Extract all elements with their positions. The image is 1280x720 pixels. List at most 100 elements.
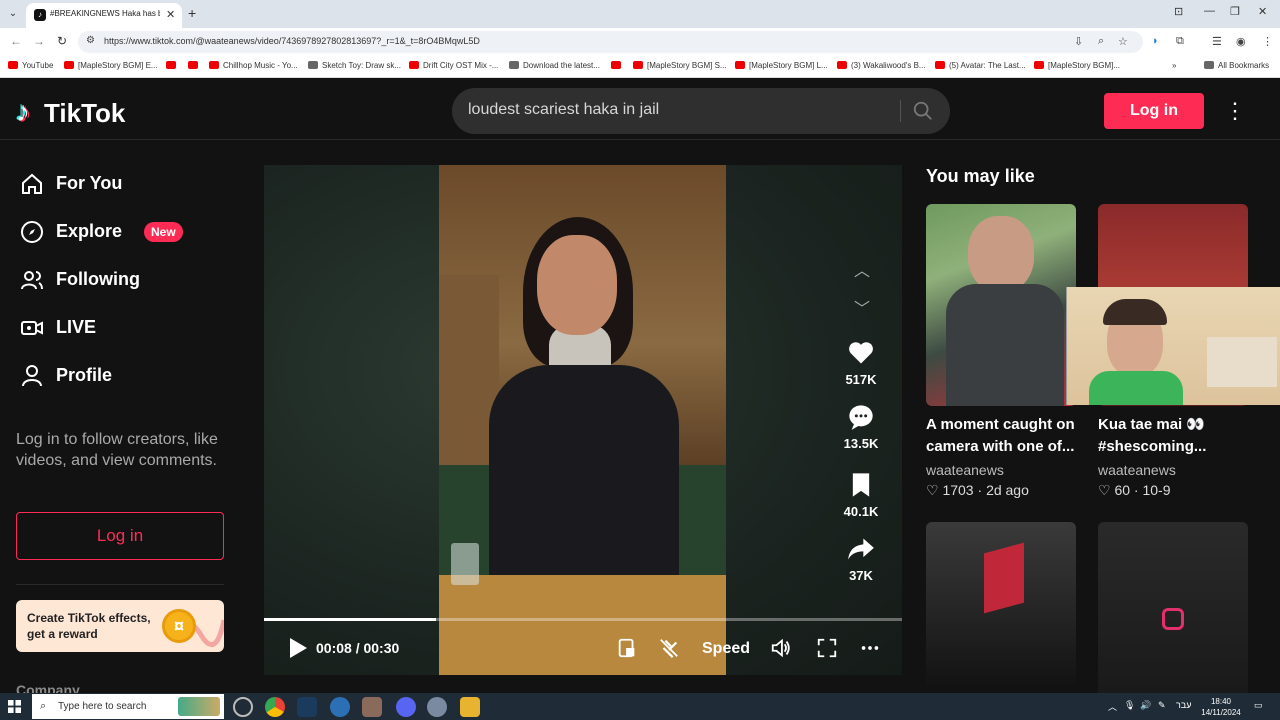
sidebar-item-profile[interactable]: Profile (16, 356, 226, 396)
bookmark-item[interactable]: Sketch Toy: Draw sk... (308, 61, 401, 70)
tiktok-note-icon: ♪ (16, 96, 30, 127)
site-info-icon[interactable]: ⚙ (86, 35, 95, 46)
sidebar-login-button[interactable]: Log in (16, 512, 224, 560)
pen-icon[interactable]: ✎ (1158, 700, 1166, 711)
login-button[interactable]: Log in (1104, 93, 1204, 129)
extension-icon[interactable]: ◗ (1152, 35, 1159, 47)
sidebar-item-for-you[interactable]: For You (16, 164, 226, 204)
like-button[interactable]: 517K (834, 339, 888, 387)
effects-banner[interactable]: Create TikTok effects, get a reward ¤ (16, 600, 224, 652)
reload-icon[interactable]: ↻ (57, 34, 67, 48)
app-icon[interactable] (427, 697, 447, 717)
sidebar-item-live[interactable]: LIVE (16, 308, 226, 348)
browser-menu-icon[interactable]: ⋮ (1262, 35, 1273, 48)
minimize-icon[interactable]: — (1204, 5, 1215, 17)
reading-list-icon[interactable]: ☰ (1212, 35, 1222, 48)
more-options-icon[interactable]: ⋮ (1224, 96, 1246, 126)
back-icon[interactable]: ← (10, 34, 22, 48)
windows-start-icon[interactable] (8, 700, 21, 713)
more-options-icon[interactable] (859, 637, 881, 659)
microphone-icon[interactable]: 🎙 (1124, 700, 1135, 711)
next-video-icon[interactable]: ﹀ (848, 295, 876, 319)
bookmark-star-icon[interactable]: ☆ (1118, 35, 1128, 48)
steam-icon[interactable] (297, 697, 317, 717)
windows-taskbar: ⌕ Type here to search ︿ 🎙 🔊 ✎ עבר 18:40 … (0, 693, 1280, 720)
mini-player-icon[interactable] (616, 637, 638, 659)
forward-icon[interactable]: → (33, 34, 45, 48)
all-bookmarks[interactable]: All Bookmarks (1204, 61, 1269, 70)
search-icon[interactable] (912, 100, 934, 122)
clock[interactable]: 18:40 14/11/2024 (1196, 696, 1246, 718)
fullscreen-icon[interactable] (816, 637, 838, 659)
bookmark-item[interactable]: [MapleStory BGM] E... (64, 61, 158, 70)
thumbnail-cloak (946, 284, 1064, 406)
new-tab-plus-icon[interactable]: + (188, 5, 196, 21)
bookmark-item[interactable] (611, 61, 625, 70)
progress-bar[interactable] (264, 618, 902, 621)
sidebar-item-following[interactable]: Following (16, 260, 226, 300)
share-button[interactable]: 37K (834, 535, 888, 583)
browser-tab-active[interactable]: ♪ #BREAKINGNEWS Haka has bro ✕ (26, 3, 182, 28)
taskbar-search[interactable]: ⌕ Type here to search (32, 694, 224, 719)
bookmark-item[interactable]: [MapleStory BGM] L... (735, 61, 828, 70)
previous-video-icon[interactable]: ︿ (848, 257, 876, 281)
bookmark-item[interactable]: (5) Avatar: The Last... (935, 61, 1026, 70)
bookmark-item[interactable]: Download the latest... (509, 61, 600, 70)
video-card-age: 2d ago (986, 482, 1029, 498)
restore-icon[interactable]: ❐ (1230, 5, 1240, 18)
sidebar-item-label: For You (56, 173, 123, 193)
bookmarks-overflow-icon[interactable]: » (1172, 61, 1176, 70)
extensions-icon[interactable]: ⊡ (1174, 5, 1183, 18)
volume-icon[interactable] (770, 637, 792, 659)
video-card-author[interactable]: waateanews (1098, 462, 1176, 478)
bookmark-item[interactable]: [MapleStory BGM]... (1034, 61, 1120, 70)
home-icon (22, 173, 42, 194)
notifications-icon[interactable]: ▭ (1254, 700, 1263, 711)
bookmark-item[interactable] (188, 61, 202, 70)
sidebar-item-explore[interactable]: Explore New (16, 212, 226, 252)
video-card[interactable] (926, 522, 1076, 693)
window-close-icon[interactable]: ✕ (1258, 5, 1267, 18)
app-icon[interactable] (330, 697, 350, 717)
bookmark-item[interactable]: Chillhop Music - Yo... (209, 61, 298, 70)
tray-overflow-icon[interactable]: ︿ (1108, 700, 1117, 713)
bookmark-item[interactable]: Drift City OST Mix -... (409, 61, 498, 70)
search-input[interactable]: loudest scariest haka in jail (468, 101, 659, 119)
profile-avatar-icon[interactable]: ◉ (1236, 35, 1246, 48)
bookmark-item[interactable]: YouTube (8, 61, 53, 70)
auto-scroll-off-icon[interactable] (658, 637, 680, 659)
video-card[interactable]: A moment caught on camera with one of...… (926, 204, 1076, 504)
video-card[interactable] (1098, 522, 1248, 693)
file-explorer-icon[interactable] (460, 697, 480, 717)
tab-close-icon[interactable]: ✕ (166, 8, 175, 21)
discord-icon[interactable] (396, 697, 416, 717)
chrome-icon[interactable] (265, 697, 285, 717)
screen: ⌄ ♪ #BREAKINGNEWS Haka has bro ✕ + ⊡ — ❐… (0, 0, 1280, 720)
bookmark-item[interactable]: [MapleStory BGM] S... (633, 61, 727, 70)
tab-title: #BREAKINGNEWS Haka has bro (50, 9, 160, 18)
comment-button[interactable]: 13.5K (834, 403, 888, 451)
volume-icon[interactable]: 🔊 (1140, 700, 1151, 711)
speed-button[interactable]: Speed (702, 640, 750, 658)
bookmark-item[interactable] (166, 61, 180, 70)
bookmark-item[interactable]: (3) Wakaliwood's B... (837, 61, 926, 70)
tab-search-icon[interactable]: ⌄ (4, 5, 22, 23)
heart-outline-icon: ♡ (926, 482, 943, 498)
app-icon[interactable] (362, 697, 382, 717)
video-card-title: A moment caught on camera with one of... (926, 416, 1075, 455)
url-field[interactable]: ⚙ https://www.tiktok.com/@waateanews/vid… (78, 31, 1143, 53)
play-icon[interactable] (288, 637, 308, 659)
webcam-overlay (1066, 287, 1280, 405)
search-box[interactable]: loudest scariest haka in jail (452, 88, 950, 134)
obs-icon[interactable] (233, 697, 253, 717)
install-app-icon[interactable]: ⇩ (1074, 35, 1083, 48)
sidebar-item-label: Explore (56, 221, 123, 241)
puzzle-icon[interactable]: ⧉ (1176, 35, 1184, 48)
video-player[interactable]: ︿ ﹀ 517K 13.5K 40.1K 37K 00:08 / 00:30 S… (264, 165, 902, 675)
zoom-icon[interactable]: ⌕ (1098, 35, 1104, 48)
comment-count: 13.5K (843, 436, 879, 451)
save-button[interactable]: 40.1K (834, 471, 888, 519)
video-card-author[interactable]: waateanews (926, 462, 1004, 478)
input-language[interactable]: עבר (1176, 700, 1191, 710)
heart-outline-icon: ♡ (1098, 482, 1115, 498)
